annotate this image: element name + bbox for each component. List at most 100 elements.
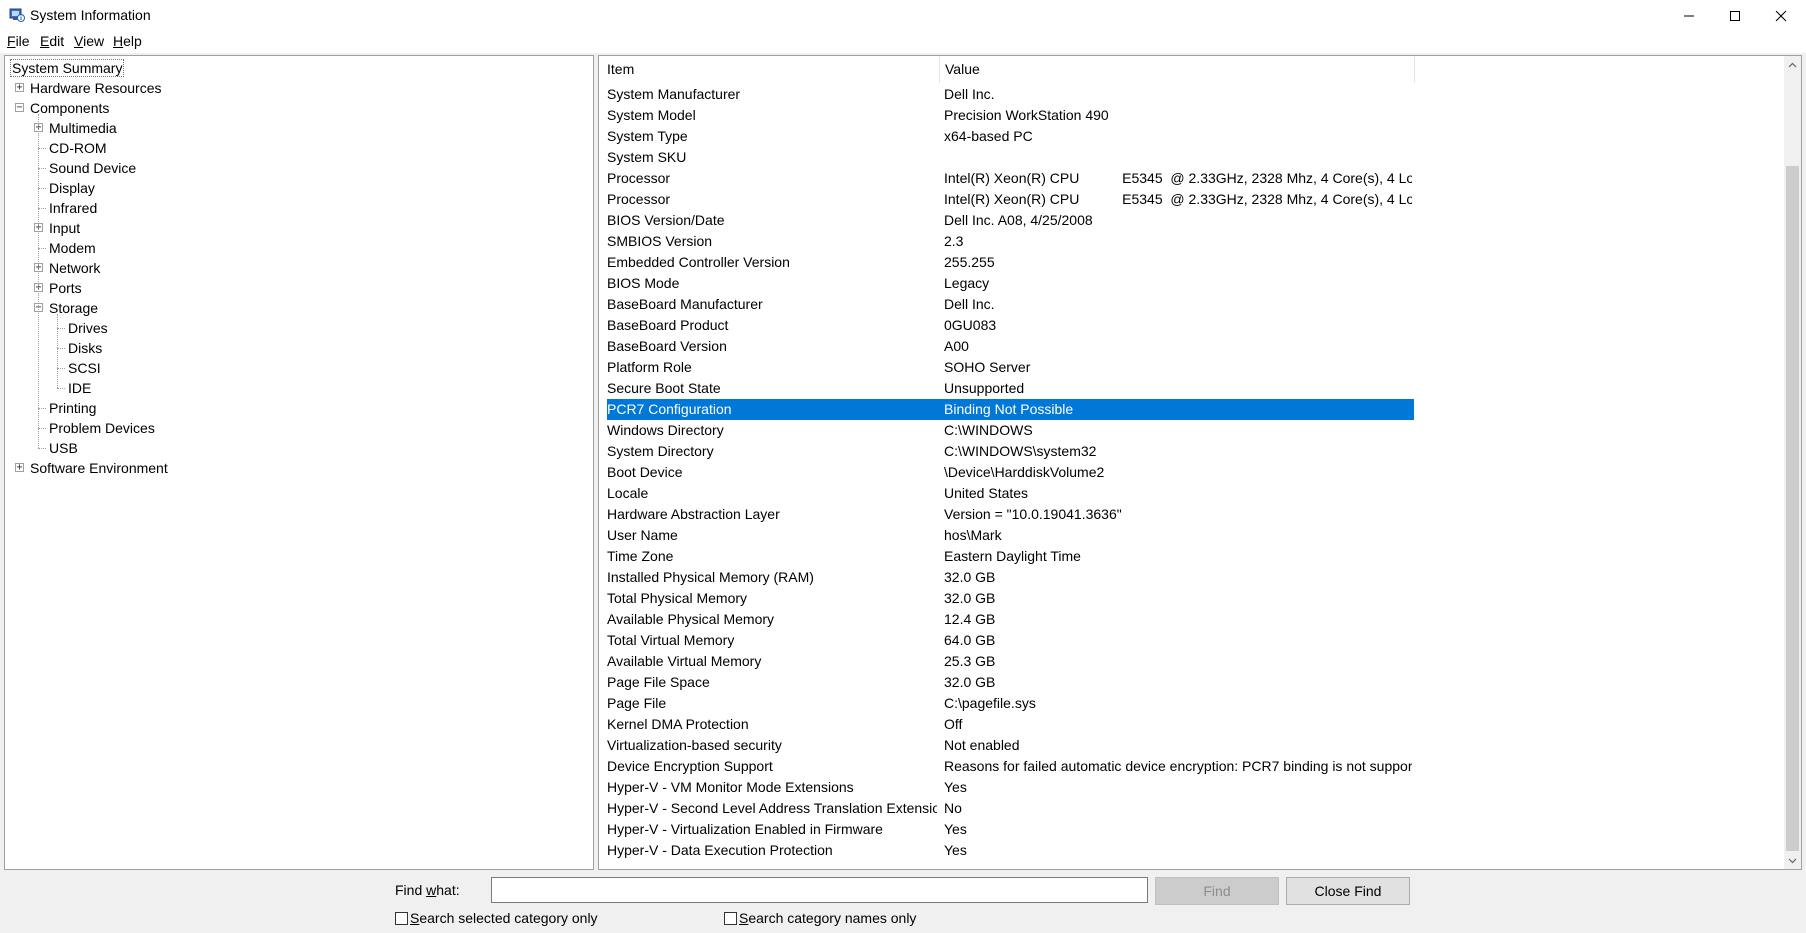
collapse-icon[interactable]: − bbox=[15, 103, 24, 113]
title-bar: System Information bbox=[0, 0, 1806, 31]
tree-node-label: Hardware Resources bbox=[30, 80, 162, 96]
list-row[interactable]: Processor Intel(R) Xeon(R) CPU E5345 @ 2.… bbox=[607, 189, 1414, 210]
row-value-cell: C:\WINDOWS bbox=[944, 422, 1033, 438]
scroll-up-button[interactable] bbox=[1784, 56, 1801, 73]
row-value-cell: 64.0 GB bbox=[944, 632, 996, 648]
list-row[interactable]: BaseBoard Version A00 bbox=[607, 336, 1414, 357]
list-row[interactable]: Boot Device \Device\HarddiskVolume2 bbox=[607, 462, 1414, 483]
column-header-item[interactable]: Item bbox=[607, 61, 634, 77]
scroll-thumb[interactable] bbox=[1786, 166, 1799, 851]
list-row[interactable]: Time Zone Eastern Daylight Time bbox=[607, 546, 1414, 567]
find-what-input[interactable] bbox=[491, 877, 1148, 903]
tree-connector bbox=[38, 148, 46, 149]
row-item-cell: BaseBoard Product bbox=[607, 317, 729, 333]
tree-node[interactable]: Display bbox=[49, 178, 95, 198]
tree-node[interactable]: System Summary bbox=[10, 58, 125, 78]
list-row[interactable]: BaseBoard Manufacturer Dell Inc. bbox=[607, 294, 1414, 315]
tree-node[interactable]: Sound Device bbox=[49, 158, 136, 178]
close-find-button[interactable]: Close Find bbox=[1286, 877, 1410, 905]
list-row[interactable]: Locale United States bbox=[607, 483, 1414, 504]
list-row[interactable]: System Type x64-based PC bbox=[607, 126, 1414, 147]
tree-node[interactable]: Network bbox=[49, 258, 100, 278]
tree-connector bbox=[57, 348, 65, 349]
details-list[interactable]: Item Value System Manufacturer Dell Inc. S… bbox=[598, 55, 1802, 870]
tree-node[interactable]: USB bbox=[49, 438, 78, 458]
search-selected-category-checkbox[interactable]: Search selected category only bbox=[395, 910, 598, 926]
tree-node-label: Ports bbox=[49, 280, 82, 296]
row-item-cell: Embedded Controller Version bbox=[607, 254, 790, 270]
tree-node[interactable]: SCSI bbox=[68, 358, 101, 378]
tree-node[interactable]: Input bbox=[49, 218, 80, 238]
list-row[interactable]: Virtualization-based security Not enabled bbox=[607, 735, 1414, 756]
vertical-scrollbar[interactable] bbox=[1784, 56, 1801, 869]
list-row[interactable]: SMBIOS Version 2.3 bbox=[607, 231, 1414, 252]
find-button[interactable]: Find bbox=[1155, 877, 1279, 905]
checkbox-box[interactable] bbox=[724, 911, 737, 925]
tree-node-label: Multimedia bbox=[49, 120, 117, 136]
expand-icon[interactable]: + bbox=[15, 83, 24, 93]
list-row[interactable]: System Model Precision WorkStation 490 bbox=[607, 105, 1414, 126]
checkbox-box[interactable] bbox=[395, 911, 408, 925]
list-row[interactable]: Processor Intel(R) Xeon(R) CPU E5345 @ 2.… bbox=[607, 168, 1414, 189]
list-row[interactable]: Windows Directory C:\WINDOWS bbox=[607, 420, 1414, 441]
list-row[interactable]: BIOS Version/Date Dell Inc. A08, 4/25/200… bbox=[607, 210, 1414, 231]
category-tree[interactable]: System Summary Hardware Resources + Compone… bbox=[4, 55, 594, 870]
tree-node[interactable]: Modem bbox=[49, 238, 96, 258]
list-row[interactable]: Hyper-V - Second Level Address Translati… bbox=[607, 798, 1414, 819]
scroll-down-button[interactable] bbox=[1784, 852, 1801, 869]
list-row[interactable]: Device Encryption Support Reasons for fai… bbox=[607, 756, 1414, 777]
column-header-value[interactable]: Value bbox=[945, 61, 980, 77]
list-row[interactable]: PCR7 Configuration Binding Not Possible bbox=[607, 399, 1414, 420]
list-row[interactable]: Hyper-V - Virtualization Enabled in Firm… bbox=[607, 819, 1414, 840]
list-row[interactable]: BIOS Mode Legacy bbox=[607, 273, 1414, 294]
minimize-button[interactable] bbox=[1666, 0, 1712, 31]
list-row[interactable]: Installed Physical Memory (RAM) 32.0 GB bbox=[607, 567, 1414, 588]
list-row[interactable]: Kernel DMA Protection Off bbox=[607, 714, 1414, 735]
maximize-button[interactable] bbox=[1712, 0, 1758, 31]
tree-node[interactable]: Infrared bbox=[49, 198, 97, 218]
menu-edit[interactable]: Edit bbox=[38, 33, 66, 49]
list-row[interactable]: System Directory C:\WINDOWS\system32 bbox=[607, 441, 1414, 462]
row-item-cell: Virtualization-based security bbox=[607, 737, 782, 753]
list-row[interactable]: Secure Boot State Unsupported bbox=[607, 378, 1414, 399]
menu-view[interactable]: View bbox=[72, 33, 106, 49]
tree-node[interactable]: Printing bbox=[49, 398, 96, 418]
list-row[interactable]: Platform Role SOHO Server bbox=[607, 357, 1414, 378]
tree-node[interactable]: Components bbox=[30, 98, 109, 118]
list-row[interactable]: Hyper-V - Data Execution Protection Yes bbox=[607, 840, 1414, 861]
tree-node[interactable]: CD-ROM bbox=[49, 138, 107, 158]
row-item-cell: Total Physical Memory bbox=[607, 590, 748, 606]
list-row[interactable]: Embedded Controller Version 255.255 bbox=[607, 252, 1414, 273]
tree-connector bbox=[38, 188, 46, 189]
list-row[interactable]: User Name hos\Mark bbox=[607, 525, 1414, 546]
list-row[interactable]: Hyper-V - VM Monitor Mode Extensions Yes bbox=[607, 777, 1414, 798]
list-row[interactable]: Hardware Abstraction Layer Version = "10.… bbox=[607, 504, 1414, 525]
tree-node[interactable]: Multimedia bbox=[49, 118, 117, 138]
tree-node[interactable]: Drives bbox=[68, 318, 108, 338]
column-divider[interactable] bbox=[939, 56, 940, 83]
list-row[interactable]: Total Physical Memory 32.0 GB bbox=[607, 588, 1414, 609]
list-row[interactable]: System SKU bbox=[607, 147, 1414, 168]
list-row[interactable]: Page File C:\pagefile.sys bbox=[607, 693, 1414, 714]
list-row[interactable]: Available Physical Memory 12.4 GB bbox=[607, 609, 1414, 630]
list-row[interactable]: Page File Space 32.0 GB bbox=[607, 672, 1414, 693]
close-button[interactable] bbox=[1758, 0, 1804, 31]
menu-help[interactable]: Help bbox=[111, 33, 144, 49]
search-category-names-checkbox[interactable]: Search category names only bbox=[724, 910, 916, 926]
tree-node[interactable]: Software Environment bbox=[30, 458, 168, 478]
tree-connector bbox=[57, 368, 65, 369]
tree-node[interactable]: Ports bbox=[49, 278, 82, 298]
tree-node-label: Network bbox=[49, 260, 101, 276]
list-row[interactable]: BaseBoard Product 0GU083 bbox=[607, 315, 1414, 336]
column-divider[interactable] bbox=[1414, 56, 1415, 83]
menu-file[interactable]: File bbox=[5, 33, 32, 49]
tree-node[interactable]: Disks bbox=[68, 338, 102, 358]
list-row[interactable]: Available Virtual Memory 25.3 GB bbox=[607, 651, 1414, 672]
tree-node[interactable]: IDE bbox=[68, 378, 91, 398]
list-row[interactable]: System Manufacturer Dell Inc. bbox=[607, 84, 1414, 105]
list-row[interactable]: Total Virtual Memory 64.0 GB bbox=[607, 630, 1414, 651]
tree-connector bbox=[38, 448, 46, 449]
expand-icon[interactable]: + bbox=[15, 463, 24, 473]
tree-node[interactable]: Problem Devices bbox=[49, 418, 155, 438]
tree-node[interactable]: Hardware Resources bbox=[30, 78, 162, 98]
